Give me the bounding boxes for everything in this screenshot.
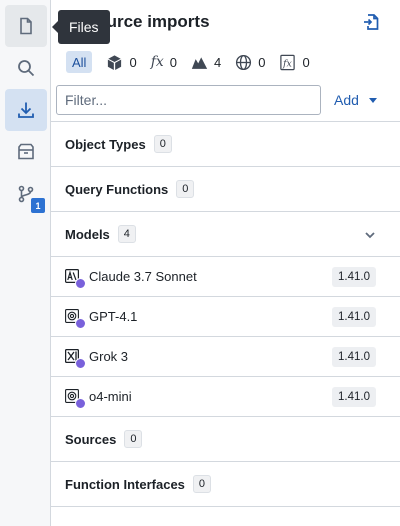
section-count: 0 xyxy=(153,135,172,153)
list-item-model[interactable]: GPT-4.1 1.41.0 xyxy=(51,296,400,336)
section-label: Object Types xyxy=(65,136,146,152)
resource-list: Object Types 0 Query Functions 0 Models … xyxy=(51,121,400,507)
svg-text:fx: fx xyxy=(282,58,292,69)
file-icon xyxy=(20,17,32,35)
section-label: Query Functions xyxy=(65,181,169,197)
activity-rail: 1 xyxy=(0,0,51,526)
verified-icon xyxy=(75,277,86,289)
function-icon: fx xyxy=(150,54,164,70)
models-count: 4 xyxy=(214,54,222,70)
add-label: Add xyxy=(334,92,359,108)
section-function-interfaces[interactable]: Function Interfaces 0 xyxy=(51,461,400,506)
list-item-model[interactable]: Grok 3 1.41.0 xyxy=(51,336,400,376)
xai-icon xyxy=(64,348,86,369)
section-label: Models xyxy=(65,226,110,242)
filter-interfaces-chip[interactable]: fx 0 xyxy=(279,54,310,71)
interfaces-count: 0 xyxy=(302,54,310,70)
filter-object-types-chip[interactable]: 0 xyxy=(106,54,137,71)
filter-row: Add xyxy=(56,85,395,115)
section-object-types[interactable]: Object Types 0 xyxy=(51,121,400,166)
model-icon xyxy=(191,56,208,69)
filter-models-chip[interactable]: 4 xyxy=(191,54,221,71)
divider xyxy=(51,506,400,507)
filter-sources-chip[interactable]: 0 xyxy=(235,54,265,71)
section-count: 4 xyxy=(117,225,136,243)
list-item-model[interactable]: Claude 3.7 Sonnet 1.41.0 xyxy=(51,256,400,296)
version-badge: 1.41.0 xyxy=(332,387,376,407)
list-item-model[interactable]: o4-mini 1.41.0 xyxy=(51,376,400,416)
archive-icon xyxy=(18,143,34,160)
type-filter-bar: All 0 fx 0 4 0 fx 0 xyxy=(66,51,310,73)
section-label: Function Interfaces xyxy=(65,476,185,492)
section-count: 0 xyxy=(176,180,195,198)
filter-all-chip[interactable]: All xyxy=(66,51,93,73)
version-badge: 1.41.0 xyxy=(332,347,376,367)
version-badge: 1.41.0 xyxy=(332,307,376,327)
verified-icon xyxy=(75,397,86,409)
section-sources[interactable]: Sources 0 xyxy=(51,416,400,461)
import-resource-button[interactable] xyxy=(362,13,380,31)
section-count: 0 xyxy=(124,430,143,448)
section-label: Sources xyxy=(65,431,117,447)
files-tooltip: Files xyxy=(52,10,110,44)
section-query-functions[interactable]: Query Functions 0 xyxy=(51,166,400,211)
rail-files-button[interactable] xyxy=(5,5,47,47)
rail-archive-button[interactable] xyxy=(5,131,47,173)
verified-icon xyxy=(75,317,86,329)
filter-input[interactable] xyxy=(56,85,321,115)
openai-icon xyxy=(65,388,86,409)
anthropic-icon xyxy=(65,268,86,289)
model-name: o4-mini xyxy=(89,389,132,404)
functions-count: 0 xyxy=(169,54,177,70)
search-icon xyxy=(18,60,35,77)
function-interface-icon: fx xyxy=(280,54,296,70)
section-count: 0 xyxy=(192,475,212,493)
resource-imports-panel: Resource imports All 0 fx 0 4 0 fx 0 Fil… xyxy=(51,0,400,526)
cube-icon xyxy=(108,54,122,70)
model-name: Claude 3.7 Sonnet xyxy=(89,269,197,284)
chevron-down-icon[interactable] xyxy=(364,229,376,241)
add-dropdown-button[interactable]: Add xyxy=(334,85,377,115)
rail-import-button[interactable] xyxy=(5,89,47,131)
branch-count-badge: 1 xyxy=(31,198,45,213)
section-models[interactable]: Models 4 xyxy=(51,211,400,256)
model-name: Grok 3 xyxy=(89,349,129,364)
model-name: GPT-4.1 xyxy=(89,309,138,324)
caret-down-icon xyxy=(368,97,377,103)
filter-functions-chip[interactable]: fx 0 xyxy=(151,54,177,70)
object-types-count: 0 xyxy=(129,54,137,70)
file-import-icon xyxy=(364,14,379,30)
sources-count: 0 xyxy=(258,54,266,70)
verified-icon xyxy=(75,357,86,369)
globe-icon xyxy=(236,54,252,70)
version-badge: 1.41.0 xyxy=(332,267,376,287)
openai-icon xyxy=(65,308,86,329)
import-icon xyxy=(18,102,34,118)
rail-search-button[interactable] xyxy=(5,47,47,89)
